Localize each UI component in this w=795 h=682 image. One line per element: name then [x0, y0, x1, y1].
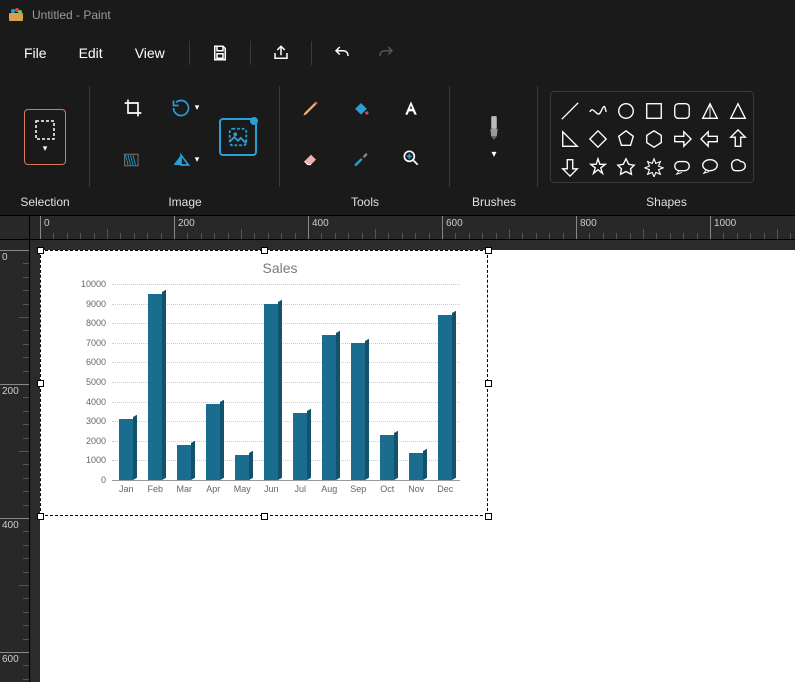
- ruler-h-label: 800: [580, 218, 597, 229]
- selection-tool-button[interactable]: ▾: [24, 109, 66, 165]
- shape-hexagon[interactable]: [641, 126, 667, 152]
- app-icon: [8, 7, 24, 23]
- ruler-horizontal: 0 200 400 600 800 1000: [30, 216, 795, 240]
- fill-tool[interactable]: [341, 88, 381, 128]
- menu-divider: [311, 41, 312, 65]
- shape-triangle[interactable]: [725, 98, 751, 124]
- menu-divider: [189, 41, 190, 65]
- menu-divider: [250, 41, 251, 65]
- ribbon-label-brushes: Brushes: [472, 195, 516, 209]
- selection-handle[interactable]: [37, 513, 44, 520]
- menu-bar: File Edit View: [0, 30, 795, 76]
- ruler-vertical: 0 200 400 600: [0, 240, 30, 682]
- rotate-button[interactable]: ▾: [165, 88, 205, 128]
- ribbon-label-shapes: Shapes: [646, 195, 687, 209]
- shape-cloud[interactable]: [725, 154, 751, 180]
- shape-four-point-star[interactable]: [585, 154, 611, 180]
- ruler-v-label: 600: [2, 654, 19, 665]
- shape-right-triangle[interactable]: [557, 126, 583, 152]
- shape-six-point-star[interactable]: [641, 154, 667, 180]
- selection-rect-icon: [34, 119, 56, 141]
- ribbon-group-selection: ▾ Selection: [0, 76, 90, 215]
- ruler-v-label: 400: [2, 520, 19, 531]
- layers-button[interactable]: [219, 118, 257, 156]
- ruler-h-label: 400: [312, 218, 329, 229]
- shape-rounded-rectangle[interactable]: [669, 98, 695, 124]
- chevron-down-icon: ▾: [43, 143, 48, 154]
- shape-five-point-star[interactable]: [613, 154, 639, 180]
- shape-arrow-left[interactable]: [697, 126, 723, 152]
- shape-oval[interactable]: [613, 98, 639, 124]
- ribbon-group-shapes: Shapes: [538, 76, 795, 215]
- ribbon-label-selection: Selection: [20, 195, 69, 209]
- magnifier-tool[interactable]: [391, 138, 431, 178]
- shape-pentagon[interactable]: [613, 126, 639, 152]
- brush-icon: [483, 113, 505, 143]
- shape-arrow-down[interactable]: [557, 154, 583, 180]
- shape-arrow-right[interactable]: [669, 126, 695, 152]
- ribbon-group-tools: Tools: [280, 76, 450, 215]
- selection-handle[interactable]: [261, 513, 268, 520]
- ruler-v-label: 0: [2, 252, 8, 263]
- crop-button[interactable]: [113, 88, 153, 128]
- title-bar: Untitled - Paint: [0, 0, 795, 30]
- chevron-down-icon: ▾: [491, 149, 496, 160]
- ruler-h-label: 1000: [714, 218, 736, 229]
- ribbon-label-tools: Tools: [351, 195, 379, 209]
- selection-handle[interactable]: [485, 380, 492, 387]
- ribbon-group-brushes: ▾ Brushes: [450, 76, 538, 215]
- canvas-viewport[interactable]: Sales 0100020003000400050006000700080009…: [30, 240, 795, 682]
- ruler-h-label: 0: [44, 218, 50, 229]
- selection-marquee[interactable]: [40, 250, 488, 516]
- ruler-corner: [0, 216, 30, 240]
- undo-button[interactable]: [322, 35, 362, 71]
- save-button[interactable]: [200, 35, 240, 71]
- selection-handle[interactable]: [261, 247, 268, 254]
- flip-button[interactable]: ▾: [165, 140, 205, 180]
- brushes-button[interactable]: ▾: [472, 107, 516, 167]
- selection-handle[interactable]: [485, 247, 492, 254]
- pencil-tool[interactable]: [291, 88, 331, 128]
- ribbon-label-image: Image: [168, 195, 201, 209]
- selection-handle[interactable]: [485, 513, 492, 520]
- menu-view[interactable]: View: [121, 41, 179, 65]
- eraser-tool[interactable]: [291, 138, 331, 178]
- redo-button[interactable]: [366, 35, 406, 71]
- shape-isoceles-triangle[interactable]: [697, 98, 723, 124]
- window-title: Untitled - Paint: [32, 8, 111, 22]
- shape-diamond[interactable]: [585, 126, 611, 152]
- ruler-h-label: 600: [446, 218, 463, 229]
- share-button[interactable]: [261, 35, 301, 71]
- shape-curve[interactable]: [585, 98, 611, 124]
- invert-button[interactable]: [113, 140, 153, 180]
- selection-handle[interactable]: [37, 380, 44, 387]
- text-tool[interactable]: [391, 88, 431, 128]
- ruler-h-label: 200: [178, 218, 195, 229]
- menu-edit[interactable]: Edit: [65, 41, 117, 65]
- workspace: 0 200 400 600 800 1000 0 200 400 600 Sales 01000…: [0, 216, 795, 682]
- shape-rectangle[interactable]: [641, 98, 667, 124]
- notification-dot-icon: [250, 117, 258, 125]
- shapes-gallery[interactable]: [550, 91, 754, 183]
- shape-speech-oval[interactable]: [697, 154, 723, 180]
- shape-line[interactable]: [557, 98, 583, 124]
- selection-handle[interactable]: [37, 247, 44, 254]
- ruler-v-label: 200: [2, 386, 19, 397]
- ribbon-group-image: ▾ ▾ Image: [90, 76, 280, 215]
- shape-arrow-up[interactable]: [725, 126, 751, 152]
- ribbon: ▾ Selection ▾ ▾: [0, 76, 795, 216]
- shape-speech-rect[interactable]: [669, 154, 695, 180]
- eyedropper-tool[interactable]: [341, 138, 381, 178]
- menu-file[interactable]: File: [10, 41, 61, 65]
